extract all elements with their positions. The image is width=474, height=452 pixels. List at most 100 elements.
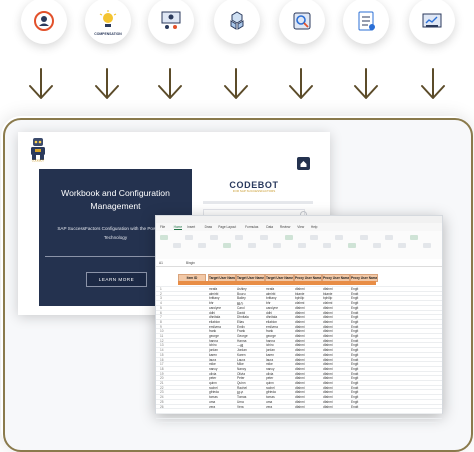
ribbon-button[interactable] [297,243,306,248]
home-button[interactable] [297,157,310,170]
form-checklist-icon [358,11,375,31]
grid-line [156,286,442,287]
grid-line [156,342,442,344]
ribbon-button[interactable] [247,243,256,248]
excel-tab-home[interactable]: Home [173,225,183,230]
grid-line [156,328,442,330]
formula-input[interactable]: Bingin [186,261,195,265]
down-arrow-icon [29,68,53,99]
feature-circle[interactable] [214,0,260,44]
excel-tab-page-layout[interactable]: Page Layout [218,225,236,229]
ribbon-button[interactable] [185,235,193,240]
grid-line [156,314,442,316]
ribbon-button[interactable] [172,243,181,248]
hero-title: Workbook and Configuration Management [39,187,192,213]
ribbon-button[interactable] [160,235,168,240]
grid-line [156,375,442,377]
codebot-brand: CODEBOT FOR SAP SUCCESSFACTORS [227,180,281,193]
feature-circle[interactable]: COMPENSATION [85,0,131,44]
ribbon-button[interactable] [310,235,318,240]
grid-line [156,300,442,302]
employee-profile-icon [34,11,54,31]
down-arrow-icon [421,68,445,99]
grid-line [156,337,442,339]
feature-circle[interactable] [409,0,455,44]
grid-line [156,318,442,320]
ribbon-button[interactable] [360,235,368,240]
ribbon-button[interactable] [410,235,418,240]
grid-line [156,309,442,311]
ribbon-button[interactable] [210,235,218,240]
modules-cubes-icon [230,11,244,30]
ribbon-button[interactable] [397,243,406,248]
grid-line [156,417,442,419]
compensation-icon [99,10,117,27]
excel-window: File Home Insert Draw Page Layout Formulas Dat… [155,215,443,424]
excel-tab-formulas[interactable]: Formulas [245,225,258,229]
ribbon-button[interactable] [347,243,356,248]
name-box[interactable]: A1 [159,261,163,265]
grid-line [156,389,442,391]
grid-line [156,304,442,306]
grid-line [156,408,442,410]
ribbon-button[interactable] [285,235,293,240]
excel-tab-data[interactable]: Data [266,225,273,229]
hero-title-line1: Workbook and Configuration [61,188,170,198]
grid-line [156,295,442,297]
form-field-line [203,201,313,204]
feature-circle-label: COMPENSATION [94,32,122,36]
grid-line [156,323,442,325]
excel-tab-draw[interactable]: Draw [205,225,212,229]
grid-line [156,370,442,372]
ribbon-button[interactable] [335,235,343,240]
grid-line [156,412,442,414]
ribbon-button[interactable] [235,235,243,240]
excel-tab-insert[interactable]: Insert [187,225,195,229]
ribbon-button[interactable] [422,243,431,248]
down-arrow-icon [224,68,248,99]
grid-line [156,365,442,367]
feature-circle[interactable] [148,0,194,44]
team-management-icon [161,11,181,29]
grid-line [156,403,442,405]
grid-line [156,361,442,363]
highlight-row-band [178,281,376,285]
ribbon-button[interactable] [197,243,206,248]
ribbon-button[interactable] [322,243,331,248]
excel-grid: Item ID Target User Name Target User Name T… [156,266,442,424]
ribbon-button[interactable] [272,243,281,248]
feature-circle[interactable] [343,0,389,44]
grid-line [156,351,442,353]
ribbon-button[interactable] [260,235,268,240]
excel-tab-review[interactable]: Review [280,225,290,229]
codebot-tagline: FOR SAP SUCCESSFACTORS [232,189,276,193]
excel-ribbon [156,231,442,260]
grid-line [156,422,442,424]
robot-logo-icon: CODEBOT [31,138,45,163]
feature-circle[interactable] [279,0,325,44]
svg-text:CODEBOT: CODEBOT [32,159,45,163]
excel-tab-view[interactable]: View [297,225,304,229]
down-arrow-icon [354,68,378,99]
hero-title-line2: Management [90,201,141,211]
ribbon-button[interactable] [222,243,231,248]
down-arrow-icon [289,68,313,99]
grid-line [156,380,442,381]
ribbon-button[interactable] [372,243,381,248]
analytics-dashboard-icon [422,13,442,28]
excel-tab-file[interactable]: File [160,225,165,229]
ribbon-button[interactable] [385,235,393,240]
recruiting-search-icon [293,12,311,30]
grid-line [156,384,442,386]
excel-titlebar [156,216,442,223]
grid-line [156,394,442,396]
feature-circle[interactable] [21,0,67,44]
grid-line [156,290,442,292]
down-arrow-icon [95,68,119,99]
home-icon [300,161,307,167]
grid-line [156,356,442,358]
learn-more-button[interactable]: LEARN MORE [86,272,147,287]
grid-line [156,333,442,334]
grid-line [156,398,442,400]
excel-tab-help[interactable]: Help [311,225,318,229]
